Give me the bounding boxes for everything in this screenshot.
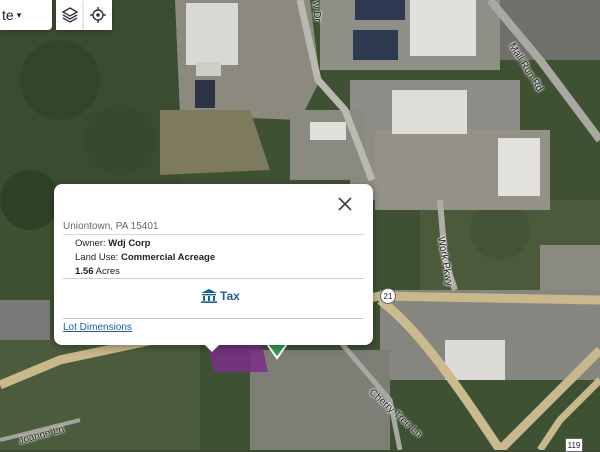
close-icon[interactable] — [336, 195, 354, 213]
parcel-address: Uniontown, PA 15401 — [63, 221, 159, 232]
land-use-label: Land Use: — [75, 252, 119, 263]
layers-icon — [61, 7, 79, 23]
owner-row: Owner: Wdj Corp — [75, 238, 150, 249]
acres-unit: Acres — [95, 266, 120, 277]
route-21-shield: 21 — [380, 288, 396, 304]
land-use-row: Land Use: Commercial Acreage — [75, 252, 215, 263]
tax-link[interactable]: Tax — [201, 288, 240, 304]
lot-dimensions-link[interactable]: Lot Dimensions — [63, 322, 132, 333]
chevron-down-icon: ▾ — [16, 9, 22, 20]
divider — [63, 278, 364, 279]
parcel-popup: Uniontown, PA 15401 Owner: Wdj Corp Land… — [54, 184, 373, 352]
map-type-label: te — [2, 7, 14, 23]
layers-button[interactable] — [56, 0, 84, 30]
route-119-label: 119 — [567, 440, 581, 450]
tax-label: Tax — [220, 289, 240, 303]
owner-value: Wdj Corp — [108, 238, 151, 249]
bank-icon — [201, 289, 217, 303]
map-type-dropdown[interactable]: te ▾ — [0, 0, 52, 30]
route-21-label: 21 — [383, 291, 393, 301]
divider — [63, 234, 364, 235]
locate-icon — [90, 7, 106, 23]
popup-pointer — [204, 344, 220, 352]
road-label-ew-dr: w Dr — [309, 0, 323, 23]
locate-button[interactable] — [84, 0, 112, 30]
land-use-value: Commercial Acreage — [120, 252, 216, 263]
acreage-row: 1.56 Acres — [75, 266, 120, 277]
acres-value: 1.56 — [75, 266, 94, 277]
owner-label: Owner: — [75, 238, 106, 249]
divider — [63, 318, 364, 319]
